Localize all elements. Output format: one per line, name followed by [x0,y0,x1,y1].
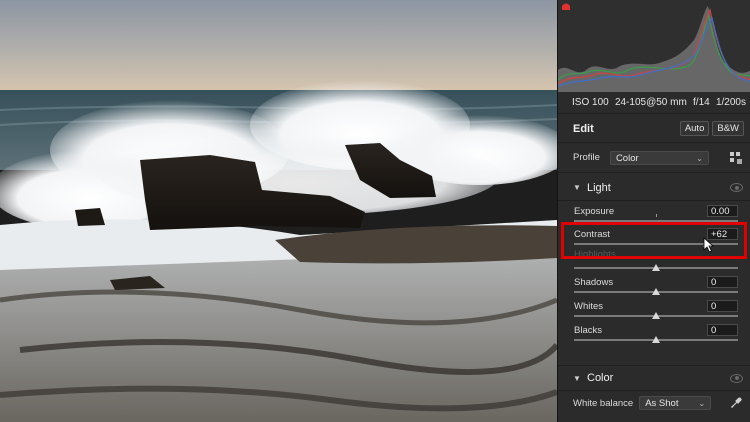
lens-value: 24-105@50 mm [614,97,687,108]
highlights-slider[interactable]: Highlights [558,249,750,274]
whites-slider[interactable]: Whites 0 [558,298,750,322]
profile-select[interactable]: Color ⌄ [609,150,709,165]
blacks-track[interactable] [574,336,738,343]
eyedropper-icon[interactable] [730,397,742,409]
mouse-cursor-icon [703,237,715,253]
chevron-down-icon: ⌄ [698,399,706,408]
white-balance-label: White balance [573,397,634,409]
histogram [558,0,750,92]
auto-button[interactable]: Auto [679,121,710,136]
light-section-header[interactable]: ▼ Light [558,175,750,201]
shadows-label: Shadows [574,277,614,288]
exif-info-bar: ISO 100 24-105@50 mm f/14 1/200s [558,92,750,114]
center-tick [656,214,657,217]
whites-label: Whites [574,301,604,312]
exposure-label: Exposure [574,206,615,217]
profile-row: Profile Color ⌄ [558,143,750,173]
histogram-graph [558,6,750,92]
edit-panel: ISO 100 24-105@50 mm f/14 1/200s Edit Au… [557,0,750,422]
highlights-track[interactable] [574,264,738,271]
shadows-slider-handle[interactable] [652,288,660,295]
seascape-photo [0,0,557,422]
eye-icon[interactable] [730,373,743,383]
highlights-label: Highlights [574,249,616,260]
edit-header: Edit Auto B&W [558,115,750,143]
photo-canvas[interactable] [0,0,557,422]
profile-browser-icon[interactable] [730,151,742,164]
photo-editor-window: ISO 100 24-105@50 mm f/14 1/200s Edit Au… [0,0,750,422]
color-section-header[interactable]: ▼ Color [558,365,750,391]
contrast-slider[interactable]: Contrast +62 [558,226,750,250]
shadows-slider[interactable]: Shadows 0 [558,274,750,298]
aperture-value: f/14 [693,97,710,108]
shadows-value-field[interactable]: 0 [707,276,738,288]
whites-value-field[interactable]: 0 [707,300,738,312]
color-section-title: Color [587,372,614,384]
contrast-label: Contrast [574,229,610,240]
profile-value: Color [615,152,639,164]
blacks-label: Blacks [574,325,602,336]
clipping-warning-icon[interactable] [561,2,571,11]
profile-label: Profile [573,152,600,163]
blacks-slider[interactable]: Blacks 0 [558,322,750,346]
edit-title: Edit [573,122,594,135]
whites-track[interactable] [574,312,738,319]
white-balance-value: As Shot [645,398,679,409]
iso-value: ISO 100 [572,97,609,108]
white-balance-row: White balance As Shot ⌄ [558,391,750,415]
whites-slider-handle[interactable] [652,312,660,319]
caret-down-icon[interactable]: ▼ [573,183,587,192]
bw-button[interactable]: B&W [712,121,744,136]
eye-icon[interactable] [730,183,743,192]
exposure-track[interactable] [574,214,738,222]
white-balance-select[interactable]: As Shot ⌄ [639,396,712,410]
chevron-down-icon: ⌄ [696,153,703,163]
shutter-value: 1/200s [715,97,746,108]
blacks-value-field[interactable]: 0 [707,324,738,336]
exposure-slider[interactable]: Exposure 0.00 [558,203,750,227]
exposure-value-field[interactable]: 0.00 [707,205,738,217]
shadows-track[interactable] [574,288,738,295]
highlights-slider-handle[interactable] [652,264,660,271]
light-section-title: Light [587,181,611,194]
blacks-slider-handle[interactable] [652,336,660,343]
caret-down-icon[interactable]: ▼ [573,374,587,383]
